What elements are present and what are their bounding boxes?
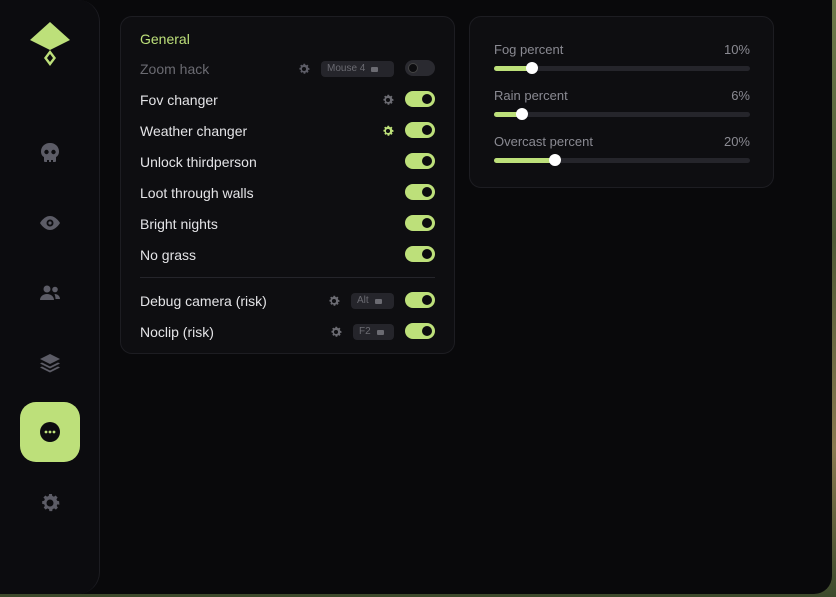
keybind-button[interactable]: Mouse 4 <box>321 61 394 77</box>
option-label: Zoom hack <box>140 61 210 77</box>
gear-icon[interactable] <box>381 124 395 138</box>
slider-label: Fog percent <box>494 42 564 57</box>
option-noclip: Noclip (risk) F2 <box>140 322 435 344</box>
gear-icon[interactable] <box>327 294 341 308</box>
toggle-switch[interactable] <box>405 60 435 76</box>
skull-icon <box>41 143 59 162</box>
slider-track[interactable] <box>494 108 750 120</box>
keybind-label: Mouse 4 <box>327 63 366 74</box>
slider-fog-percent: Fog percent 10% <box>494 42 750 78</box>
section-title: General <box>140 31 190 47</box>
more-icon <box>40 422 60 442</box>
slider-overcast-percent: Overcast percent 20% <box>494 134 750 170</box>
keybind-button[interactable]: Alt <box>351 293 394 309</box>
toggle-switch[interactable] <box>405 246 435 262</box>
toggle-knob <box>422 326 432 336</box>
slider-thumb[interactable] <box>526 62 539 74</box>
slider-fill <box>494 158 556 163</box>
sidebar-item-misc[interactable] <box>20 402 80 462</box>
sidebar <box>0 0 100 594</box>
toggle-knob <box>422 218 432 228</box>
gear-icon[interactable] <box>297 62 311 76</box>
keyboard-icon <box>371 66 379 72</box>
weather-panel: Fog percent 10% Rain percent 6% Overcast… <box>469 16 774 188</box>
option-label: Fov changer <box>140 92 218 108</box>
option-no-grass: No grass <box>140 245 435 267</box>
keybind-label: Alt <box>357 295 369 306</box>
option-label: Weather changer <box>140 123 248 139</box>
toggle-switch[interactable] <box>405 323 435 339</box>
option-bright-nights: Bright nights <box>140 214 435 236</box>
slider-label: Rain percent <box>494 88 568 103</box>
toggle-knob <box>422 156 432 166</box>
keyboard-icon <box>376 329 384 335</box>
sidebar-item-layers[interactable] <box>20 333 80 393</box>
slider-value: 6% <box>731 88 750 103</box>
slider-rain-percent: Rain percent 6% <box>494 88 750 124</box>
users-icon <box>40 285 60 300</box>
general-panel: General Zoom hack Mouse 4 Fov changer We… <box>120 16 455 354</box>
gear-icon[interactable] <box>329 325 343 339</box>
divider <box>140 277 435 278</box>
slider-value: 10% <box>723 42 750 57</box>
slider-thumb[interactable] <box>549 154 562 166</box>
slider-track[interactable] <box>494 62 750 74</box>
slider-label: Overcast percent <box>494 134 593 149</box>
option-weather-changer: Weather changer <box>140 121 435 143</box>
option-debug-camera: Debug camera (risk) Alt <box>140 291 435 313</box>
layers-icon <box>40 354 60 373</box>
toggle-knob <box>422 94 432 104</box>
option-fov-changer: Fov changer <box>140 90 435 112</box>
logo-icon <box>30 22 70 66</box>
option-unlock-thirdperson: Unlock thirdperson <box>140 152 435 174</box>
option-label: Unlock thirdperson <box>140 154 257 170</box>
slider-track[interactable] <box>494 154 750 166</box>
option-label: Loot through walls <box>140 185 254 201</box>
option-label: Debug camera (risk) <box>140 293 267 309</box>
toggle-switch[interactable] <box>405 292 435 308</box>
sidebar-item-settings[interactable] <box>20 473 80 533</box>
toggle-switch[interactable] <box>405 153 435 169</box>
toggle-knob <box>422 125 432 135</box>
toggle-switch[interactable] <box>405 91 435 107</box>
gear-icon <box>42 494 60 512</box>
toggle-switch[interactable] <box>405 122 435 138</box>
option-loot-through-walls: Loot through walls <box>140 183 435 205</box>
sidebar-item-visuals[interactable] <box>20 123 80 183</box>
keybind-button[interactable]: F2 <box>353 324 394 340</box>
slider-thumb[interactable] <box>516 108 529 120</box>
eye-icon <box>40 216 60 230</box>
sidebar-item-players[interactable] <box>20 263 80 323</box>
option-label: No grass <box>140 247 197 263</box>
toggle-knob <box>422 187 432 197</box>
sidebar-item-esp[interactable] <box>20 193 80 253</box>
keyboard-icon <box>374 298 382 304</box>
app-window: General Zoom hack Mouse 4 Fov changer We… <box>0 0 832 594</box>
gear-icon[interactable] <box>381 93 395 107</box>
toggle-switch[interactable] <box>405 184 435 200</box>
slider-value: 20% <box>723 134 750 149</box>
toggle-knob <box>422 295 432 305</box>
option-label: Noclip (risk) <box>140 324 214 340</box>
toggle-knob <box>422 249 432 259</box>
option-zoom-hack: Zoom hack Mouse 4 <box>140 59 435 81</box>
keybind-label: F2 <box>359 326 371 337</box>
toggle-knob <box>408 63 418 73</box>
option-label: Bright nights <box>140 216 218 232</box>
toggle-switch[interactable] <box>405 215 435 231</box>
